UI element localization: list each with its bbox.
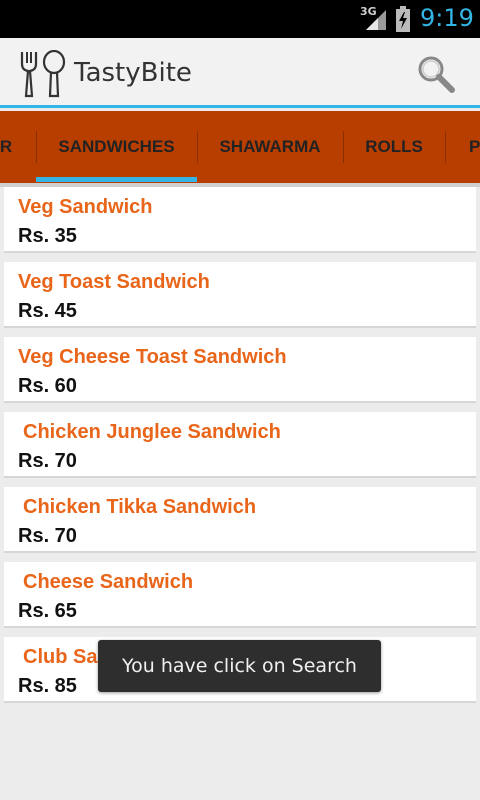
- fork-spoon-logo-icon: [20, 50, 66, 98]
- tab-label: SANDWICHES: [58, 137, 175, 156]
- item-name: Chicken Tikka Sandwich: [23, 496, 257, 518]
- item-name: Cheese Sandwich: [23, 571, 194, 593]
- item-name: Veg Toast Sandwich: [18, 271, 210, 293]
- item-name: Veg Cheese Toast Sandwich: [18, 346, 287, 368]
- status-bar: 3G 9:19: [0, 0, 480, 38]
- signal-icon: [366, 10, 386, 30]
- tab-shawarma[interactable]: SHAWARMA: [197, 111, 343, 183]
- category-tabs: R SANDWICHES SHAWARMA ROLLS P: [0, 111, 480, 183]
- tab-sandwiches[interactable]: SANDWICHES: [36, 111, 197, 183]
- item-price: Rs. 45: [18, 300, 77, 322]
- tab-divider: [445, 131, 446, 163]
- item-price: Rs. 35: [18, 225, 77, 247]
- tab-label: ROLLS: [365, 137, 423, 156]
- list-item[interactable]: Veg Sandwich Rs. 35: [4, 187, 476, 253]
- item-name: Veg Sandwich: [18, 196, 153, 218]
- list-item[interactable]: Veg Toast Sandwich Rs. 45: [4, 262, 476, 328]
- list-item[interactable]: Cheese Sandwich Rs. 65: [4, 562, 476, 628]
- toast-message: You have click on Search: [98, 640, 381, 692]
- item-price: Rs. 65: [18, 600, 77, 622]
- item-name: Chicken Junglee Sandwich: [23, 421, 281, 443]
- selected-tab-indicator: [36, 177, 197, 182]
- action-bar: TastyBite: [0, 38, 480, 108]
- tab-label: R: [0, 137, 13, 156]
- list-item[interactable]: Chicken Tikka Sandwich Rs. 70: [4, 487, 476, 553]
- tab-label: P: [469, 137, 480, 156]
- item-price: Rs. 85: [18, 675, 77, 697]
- battery-charging-icon: [396, 6, 410, 32]
- list-item[interactable]: Chicken Junglee Sandwich Rs. 70: [4, 412, 476, 478]
- app-title: TastyBite: [74, 58, 192, 88]
- search-icon[interactable]: [414, 52, 458, 96]
- clock: 9:19: [420, 4, 474, 32]
- list-item[interactable]: Veg Cheese Toast Sandwich Rs. 60: [4, 337, 476, 403]
- tab-partial-left[interactable]: R: [0, 111, 32, 183]
- tab-partial-right[interactable]: P: [455, 111, 480, 183]
- item-price: Rs. 60: [18, 375, 77, 397]
- item-price: Rs. 70: [18, 450, 77, 472]
- tab-label: SHAWARMA: [219, 137, 321, 156]
- item-price: Rs. 70: [18, 525, 77, 547]
- tab-rolls[interactable]: ROLLS: [343, 111, 445, 183]
